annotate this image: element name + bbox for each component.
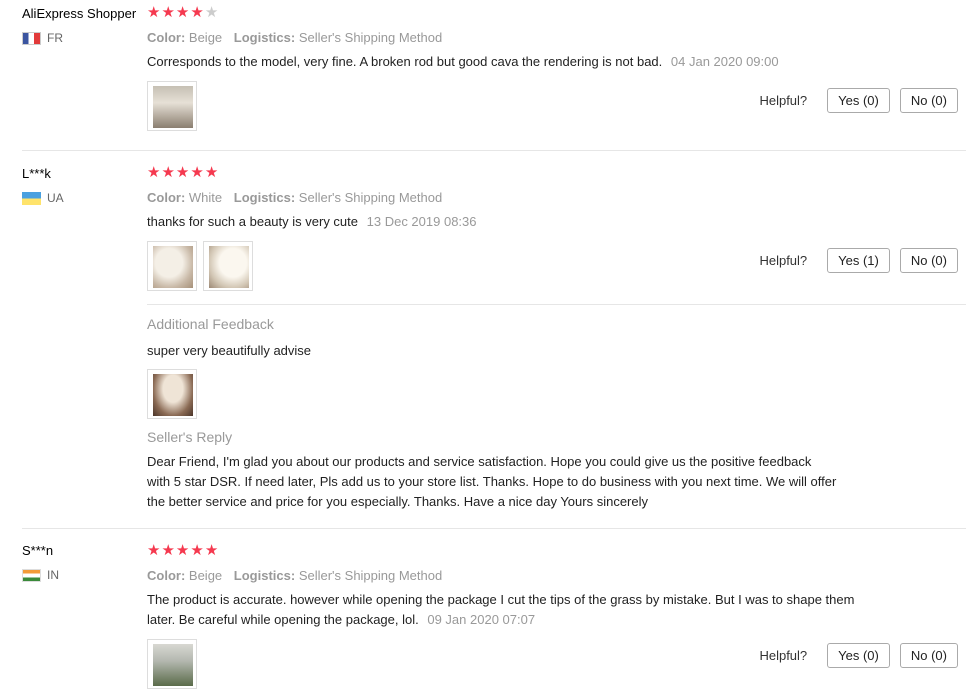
review-date: 13 Dec 2019 08:36 <box>366 214 477 229</box>
review-meta: Color: Beige Logistics: Seller's Shippin… <box>147 30 966 45</box>
review-photo-thumbnail[interactable] <box>147 81 197 131</box>
helpful-vote: Helpful? Yes (0) No (0) <box>759 88 958 113</box>
helpful-yes-button[interactable]: Yes (1) <box>827 248 890 273</box>
star-icon: ★ <box>190 4 205 21</box>
additional-feedback-text: super very beautifully advise <box>147 343 312 358</box>
review-text-row: The product is accurate. however while o… <box>147 590 857 630</box>
review-photo <box>209 246 249 288</box>
flag-fr-icon <box>22 31 41 45</box>
star-icon: ★ <box>161 542 176 559</box>
star-icon: ★ <box>161 4 176 21</box>
helpful-label: Helpful? <box>759 93 808 108</box>
logistics-value: Seller's Shipping Method <box>298 568 443 583</box>
reviewer-name: S***n <box>22 543 54 558</box>
star-icon: ★ <box>175 4 191 21</box>
reviewer-name: AliExpress Shopper <box>22 6 137 21</box>
logistics-value: Seller's Shipping Method <box>298 30 443 45</box>
color-value: White <box>188 190 223 205</box>
reviewer-info: AliExpress Shopper FR <box>22 6 136 45</box>
review-item: S***n IN ★★★★★ Color: Beige Logistics: S… <box>0 529 966 699</box>
logistics-value: Seller's Shipping Method <box>298 190 443 205</box>
reviewer-info: S***n IN <box>22 543 59 582</box>
reviewer-info: L***k UA <box>22 166 64 205</box>
color-label: Color: <box>147 30 186 45</box>
helpful-vote: Helpful? Yes (1) No (0) <box>759 248 958 273</box>
color-value: Beige <box>188 568 223 583</box>
review-photo-thumbnail[interactable] <box>203 241 253 291</box>
star-icon: ★ <box>204 164 220 181</box>
reviewer-name: L***k <box>22 166 51 181</box>
helpful-label: Helpful? <box>759 648 808 663</box>
helpful-label: Helpful? <box>759 253 808 268</box>
review-text: thanks for such a beauty is very cute <box>147 214 358 229</box>
additional-feedback: Additional Feedback super very beautiful… <box>147 316 966 512</box>
color-value: Beige <box>188 30 223 45</box>
review-text-row: Corresponds to the model, very fine. A b… <box>147 52 966 72</box>
review-photo-thumbnail[interactable] <box>147 241 197 291</box>
review-date: 09 Jan 2020 07:07 <box>427 612 536 627</box>
review-photo <box>153 644 193 686</box>
logistics-label: Logistics: <box>233 568 296 583</box>
review-meta: Color: Beige Logistics: Seller's Shippin… <box>147 568 966 583</box>
feedback-divider <box>147 304 966 305</box>
review-photo-thumbnail[interactable] <box>147 639 197 689</box>
helpful-no-button[interactable]: No (0) <box>899 643 958 668</box>
review-meta: Color: White Logistics: Seller's Shippin… <box>147 190 966 205</box>
additional-feedback-title: Additional Feedback <box>147 316 274 332</box>
star-empty-icon: ★ <box>204 4 220 21</box>
helpful-yes-button[interactable]: Yes (0) <box>827 643 890 668</box>
country-code: FR <box>47 31 63 45</box>
country-code: IN <box>47 568 59 582</box>
reviewer-country: UA <box>22 191 64 205</box>
sellers-reply-text: Dear Friend, I'm glad you about our prod… <box>147 454 837 509</box>
color-label: Color: <box>147 568 186 583</box>
star-icon: ★ <box>190 542 205 559</box>
helpful-no-button[interactable]: No (0) <box>899 248 958 273</box>
star-icon: ★ <box>190 164 205 181</box>
star-icon: ★ <box>161 164 176 181</box>
reviewer-country: FR <box>22 31 136 45</box>
helpful-yes-button[interactable]: Yes (0) <box>827 88 890 113</box>
star-icon: ★ <box>147 164 162 181</box>
logistics-label: Logistics: <box>233 190 296 205</box>
country-code: UA <box>47 191 64 205</box>
review-photo <box>153 374 193 416</box>
review-photo <box>153 86 193 128</box>
sellers-reply-title: Seller's Reply <box>147 429 233 445</box>
star-icon: ★ <box>147 4 162 21</box>
review-photo <box>153 246 193 288</box>
star-icon: ★ <box>204 542 220 559</box>
star-icon: ★ <box>175 542 191 559</box>
star-rating: ★★★★★ <box>147 5 966 21</box>
star-icon: ★ <box>175 164 191 181</box>
flag-ua-icon <box>22 191 41 205</box>
star-icon: ★ <box>147 542 162 559</box>
helpful-vote: Helpful? Yes (0) No (0) <box>759 643 958 668</box>
review-item: AliExpress Shopper FR ★★★★★ Color: Beige… <box>0 0 966 150</box>
logistics-label: Logistics: <box>233 30 296 45</box>
star-rating: ★★★★★ <box>147 543 966 559</box>
review-text: Corresponds to the model, very fine. A b… <box>147 54 663 69</box>
review-text-row: thanks for such a beauty is very cute 13… <box>147 212 966 232</box>
flag-in-icon <box>22 568 41 582</box>
review-date: 04 Jan 2020 09:00 <box>670 54 779 69</box>
reviewer-country: IN <box>22 568 59 582</box>
review-photo-thumbnail[interactable] <box>147 369 197 419</box>
helpful-no-button[interactable]: No (0) <box>899 88 958 113</box>
color-label: Color: <box>147 190 186 205</box>
star-rating: ★★★★★ <box>147 165 966 181</box>
